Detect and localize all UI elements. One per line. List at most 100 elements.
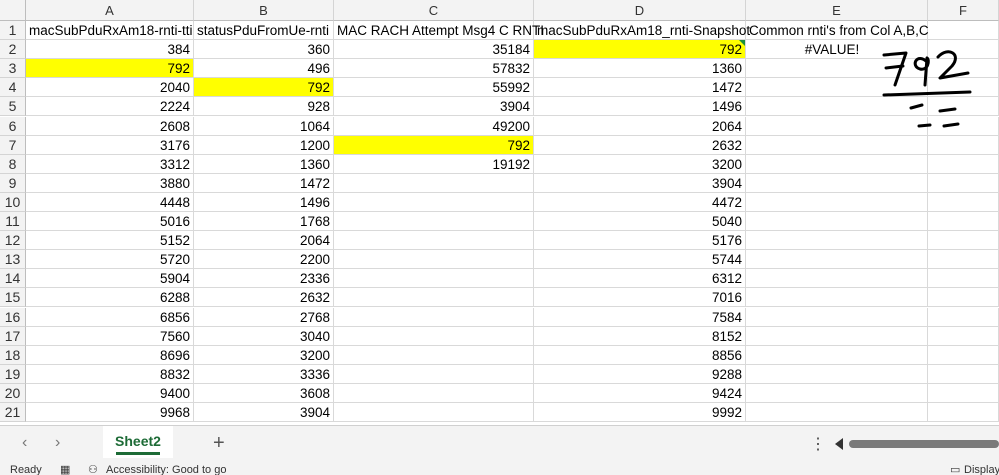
row-header-9[interactable]: 9: [0, 173, 26, 193]
data-cell-b[interactable]: 928: [194, 97, 334, 117]
column-header-b[interactable]: B: [194, 0, 334, 21]
scrollbar-thumb[interactable]: [849, 440, 999, 448]
data-cell-d[interactable]: 5744: [534, 250, 746, 270]
data-cell-a[interactable]: 5720: [26, 250, 194, 270]
cell[interactable]: [928, 288, 999, 308]
cell[interactable]: [928, 173, 999, 193]
row-header-6[interactable]: 6: [0, 116, 26, 136]
header-cell-e[interactable]: Common rnti's from Col A,B,C: [746, 21, 929, 40]
cell[interactable]: [928, 307, 999, 327]
cell[interactable]: [928, 21, 999, 40]
data-cell-b[interactable]: 2200: [194, 250, 334, 270]
data-cell-b[interactable]: 2632: [194, 288, 334, 308]
row-header-15[interactable]: 15: [0, 288, 26, 308]
data-cell-a[interactable]: 3312: [26, 154, 194, 174]
cell[interactable]: [928, 250, 999, 270]
cell[interactable]: [746, 78, 928, 98]
data-cell-a[interactable]: 384: [26, 40, 194, 60]
column-header-a[interactable]: A: [26, 0, 194, 21]
column-header-d[interactable]: D: [534, 0, 746, 21]
cell[interactable]: [928, 231, 999, 251]
data-cell-a[interactable]: 9400: [26, 383, 194, 403]
display-settings-icon[interactable]: ▭: [950, 463, 960, 475]
display-settings-label[interactable]: Display: [964, 464, 999, 475]
row-header-19[interactable]: 19: [0, 364, 26, 384]
row-header-4[interactable]: 4: [0, 78, 26, 98]
row-header-5[interactable]: 5: [0, 97, 26, 117]
cell[interactable]: [746, 154, 928, 174]
data-cell-d[interactable]: 1360: [534, 59, 746, 79]
cell[interactable]: [334, 403, 534, 422]
data-cell-b[interactable]: 3336: [194, 364, 334, 384]
data-cell-a[interactable]: 3880: [26, 173, 194, 193]
data-cell-a[interactable]: 8696: [26, 345, 194, 365]
data-cell-b[interactable]: 2336: [194, 269, 334, 289]
data-cell-b[interactable]: 3904: [194, 403, 334, 422]
data-cell-a[interactable]: 5152: [26, 231, 194, 251]
data-cell-a[interactable]: 5904: [26, 269, 194, 289]
header-cell-a[interactable]: macSubPduRxAm18-rnti-tti: [26, 21, 194, 40]
data-cell-a[interactable]: 8832: [26, 364, 194, 384]
data-cell-b[interactable]: 496: [194, 59, 334, 79]
scroll-left-icon[interactable]: [835, 438, 843, 450]
cell[interactable]: [746, 97, 928, 117]
column-header-f[interactable]: F: [928, 0, 999, 21]
column-header-c[interactable]: C: [334, 0, 534, 21]
data-cell-b[interactable]: 1768: [194, 212, 334, 231]
cell[interactable]: [928, 383, 999, 403]
data-cell-a[interactable]: 7560: [26, 326, 194, 346]
select-all-corner[interactable]: [0, 0, 26, 21]
cell[interactable]: [746, 250, 928, 270]
cell[interactable]: [334, 192, 534, 212]
row-header-12[interactable]: 12: [0, 231, 26, 251]
data-cell-a[interactable]: 5016: [26, 212, 194, 231]
cell[interactable]: [746, 364, 928, 384]
data-cell-a[interactable]: 6856: [26, 307, 194, 327]
data-cell-b[interactable]: 360: [194, 40, 334, 60]
header-cell-d[interactable]: macSubPduRxAm18_rnti-Snapshot: [534, 21, 750, 40]
previous-sheet-icon[interactable]: ‹: [22, 434, 27, 452]
cell[interactable]: [746, 116, 928, 136]
column-header-e[interactable]: E: [746, 0, 928, 21]
header-cell-c[interactable]: MAC RACH Attempt Msg4 C RNTI: [334, 21, 544, 40]
data-cell-a[interactable]: 3176: [26, 135, 194, 155]
spreadsheet-grid[interactable]: A B C D E F 1 2 3 4 5 6 7 8 9 10 11 12 13 14 15 16 17 18 19 20 21 m…: [0, 0, 999, 425]
cell[interactable]: [746, 326, 928, 346]
row-header-3[interactable]: 3: [0, 59, 26, 79]
cell[interactable]: [928, 135, 999, 155]
cell[interactable]: [746, 192, 928, 212]
accessibility-status[interactable]: Accessibility: Good to go: [106, 464, 226, 475]
cell-e2-error[interactable]: #VALUE!: [746, 40, 918, 59]
data-cell-d[interactable]: 8152: [534, 326, 746, 346]
row-header-16[interactable]: 16: [0, 307, 26, 327]
row-header-8[interactable]: 8: [0, 154, 26, 174]
data-cell-a[interactable]: 9968: [26, 403, 194, 422]
row-header-1[interactable]: 1: [0, 21, 26, 40]
cell[interactable]: [928, 40, 999, 60]
cell[interactable]: [334, 345, 534, 365]
cell[interactable]: [928, 326, 999, 346]
cell[interactable]: [746, 269, 928, 289]
data-cell-b[interactable]: 1360: [194, 154, 334, 174]
row-header-17[interactable]: 17: [0, 326, 26, 346]
data-cell-d[interactable]: 2064: [534, 116, 746, 136]
cell[interactable]: [334, 173, 534, 193]
cell[interactable]: [928, 364, 999, 384]
cell[interactable]: [928, 59, 999, 79]
cell[interactable]: [334, 212, 534, 231]
row-header-2[interactable]: 2: [0, 40, 26, 60]
data-cell-c[interactable]: 35184: [334, 40, 534, 60]
add-sheet-button[interactable]: +: [213, 432, 225, 455]
row-header-20[interactable]: 20: [0, 383, 26, 403]
data-cell-c[interactable]: 792: [334, 135, 534, 155]
data-cell-d[interactable]: 2632: [534, 135, 746, 155]
data-cell-a[interactable]: 4448: [26, 192, 194, 212]
data-cell-d[interactable]: 1496: [534, 97, 746, 117]
row-header-14[interactable]: 14: [0, 269, 26, 289]
data-cell-b[interactable]: 3040: [194, 326, 334, 346]
cell[interactable]: [928, 403, 999, 422]
cell[interactable]: [746, 59, 928, 79]
data-cell-a[interactable]: 2224: [26, 97, 194, 117]
cell[interactable]: [334, 231, 534, 251]
cell[interactable]: [928, 154, 999, 174]
